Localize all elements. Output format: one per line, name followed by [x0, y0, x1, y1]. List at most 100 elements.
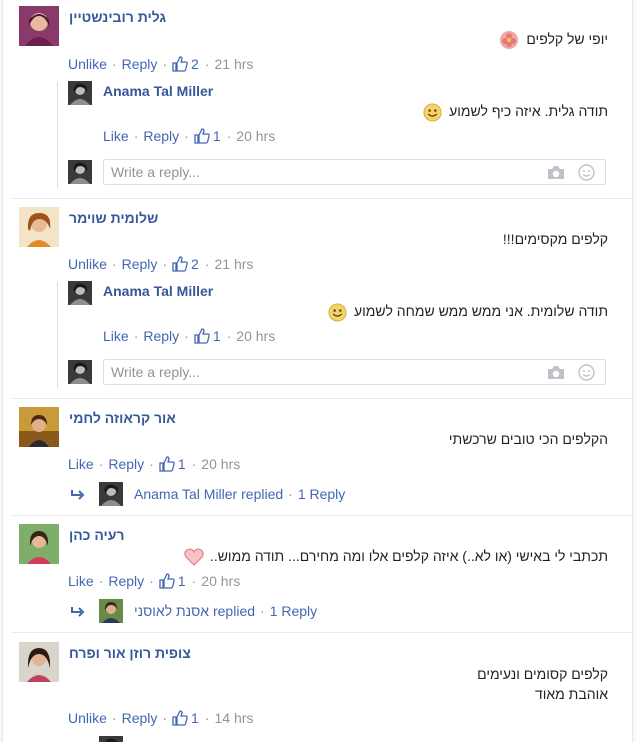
- comment-author[interactable]: רעיה כהן: [69, 527, 124, 543]
- emoji-picker-icon[interactable]: [578, 364, 595, 381]
- avatar[interactable]: [68, 81, 92, 105]
- like-count[interactable]: 1: [178, 573, 186, 589]
- like-count[interactable]: 1: [178, 456, 186, 472]
- camera-icon[interactable]: [547, 165, 565, 180]
- replier-name: Anama Tal Miller: [134, 486, 238, 502]
- comment-author[interactable]: גלית רובינשטיין: [69, 9, 166, 25]
- reply-arrow-icon: [71, 607, 85, 617]
- like-count[interactable]: 1: [213, 128, 221, 144]
- timestamp[interactable]: 20 hrs: [201, 456, 240, 472]
- avatar[interactable]: [19, 407, 59, 447]
- avatar[interactable]: [19, 642, 59, 682]
- comment-text: תכתבי לי באישי (או לא..) איזה קלפים אלו …: [184, 546, 608, 567]
- divider: [12, 632, 632, 633]
- avatar: [68, 360, 92, 384]
- timestamp[interactable]: 21 hrs: [215, 56, 254, 72]
- like-link[interactable]: Like: [103, 128, 129, 144]
- timestamp[interactable]: 21 hrs: [215, 256, 254, 272]
- flower-emoji-icon: [500, 31, 519, 50]
- thumbs-up-icon[interactable]: [172, 56, 188, 72]
- comment-actions: Unlike · Reply · 2 · 21 hrs: [68, 256, 254, 272]
- unlike-link[interactable]: Unlike: [68, 710, 107, 726]
- heart-emoji-icon: [184, 548, 204, 567]
- like-count[interactable]: 2: [191, 256, 199, 272]
- comment-author[interactable]: צופית רוזן אור ופרח: [69, 645, 191, 661]
- avatar: [99, 736, 123, 742]
- unlike-link[interactable]: Unlike: [68, 56, 107, 72]
- reply-link[interactable]: Reply: [122, 56, 158, 72]
- timestamp[interactable]: 20 hrs: [201, 573, 240, 589]
- replied-label: replied: [241, 486, 284, 502]
- thread-line: [57, 282, 58, 388]
- avatar: [99, 482, 123, 506]
- thumbs-up-icon[interactable]: [159, 456, 175, 472]
- timestamp[interactable]: 20 hrs: [236, 128, 275, 144]
- avatar[interactable]: [19, 524, 59, 564]
- like-link[interactable]: Like: [68, 573, 94, 589]
- reply-count: 1 Reply: [297, 486, 346, 502]
- like-link[interactable]: Like: [68, 456, 94, 472]
- comment-actions: Unlike · Reply · 2 · 21 hrs: [68, 56, 254, 72]
- thread-line: [57, 82, 58, 188]
- avatar[interactable]: [19, 207, 59, 247]
- reply-link[interactable]: Reply: [143, 328, 179, 344]
- like-link[interactable]: Like: [103, 328, 129, 344]
- reply-input[interactable]: Write a reply...: [103, 359, 606, 385]
- reply-text: תודה שלומית. אני ממש ממש שמחה לשמוע: [328, 301, 608, 322]
- comment-actions: Unlike · Reply · 1 · 14 hrs: [68, 710, 254, 726]
- comment-text-line-2: אוהבת מאוד: [534, 686, 608, 702]
- like-count[interactable]: 2: [191, 56, 199, 72]
- reply-input-placeholder: Write a reply...: [111, 164, 200, 180]
- comment-author[interactable]: אור קראוזה לחמי: [69, 410, 176, 426]
- replied-label: replied: [212, 603, 256, 619]
- replier-name: אסנת לאוסני: [134, 603, 210, 619]
- timestamp[interactable]: 20 hrs: [236, 328, 275, 344]
- reply-count: 1 Reply: [269, 603, 318, 619]
- comment-actions: Like · Reply · 1 · 20 hrs: [68, 573, 241, 589]
- emoji-picker-icon[interactable]: [578, 164, 595, 181]
- reply-link[interactable]: Reply: [143, 128, 179, 144]
- avatar[interactable]: [19, 6, 59, 46]
- reply-link[interactable]: Reply: [108, 456, 144, 472]
- divider: [12, 198, 632, 199]
- like-count[interactable]: 1: [191, 710, 199, 726]
- comment-text-line-1: קלפים קסומים ונעימים: [477, 666, 608, 682]
- thumbs-up-icon[interactable]: [159, 573, 175, 589]
- thumbs-up-icon[interactable]: [172, 256, 188, 272]
- reply-author[interactable]: Anama Tal Miller: [103, 283, 213, 299]
- reply-text-content: תודה גלית. איזה כיף לשמוע: [449, 103, 608, 119]
- comment-text: קלפים מקסימים!!!: [502, 231, 608, 247]
- reply-text: תודה גלית. איזה כיף לשמוע: [423, 101, 608, 122]
- comment-actions: Like · Reply · 1 · 20 hrs: [68, 456, 241, 472]
- view-replies-link[interactable]: Anama Tal Miller replied · 1 Reply: [71, 482, 345, 506]
- reply-input[interactable]: Write a reply...: [103, 159, 606, 185]
- thumbs-up-icon[interactable]: [194, 128, 210, 144]
- avatar[interactable]: [68, 281, 92, 305]
- camera-icon[interactable]: [547, 365, 565, 380]
- comment-author[interactable]: שלומית שוימר: [69, 210, 158, 226]
- smile-emoji-icon: [423, 103, 442, 122]
- view-replies-link[interactable]: אסנת לאוסני replied · 1 Reply: [71, 599, 317, 623]
- comment-text-content: תכתבי לי באישי (או לא..) איזה קלפים אלו …: [209, 548, 608, 564]
- thumbs-up-icon[interactable]: [172, 710, 188, 726]
- reply-text-content: תודה שלומית. אני ממש ממש שמחה לשמוע: [353, 303, 608, 319]
- divider: [12, 515, 632, 516]
- like-count[interactable]: 1: [213, 328, 221, 344]
- reply-link[interactable]: Reply: [108, 573, 144, 589]
- comment-text: הקלפים הכי טובים שרכשתי: [448, 431, 608, 447]
- reply-link[interactable]: Reply: [122, 710, 158, 726]
- reply-input-placeholder: Write a reply...: [111, 364, 200, 380]
- thumbs-up-icon[interactable]: [194, 328, 210, 344]
- comment-text: יופי של קלפים: [499, 29, 608, 50]
- reply-author[interactable]: Anama Tal Miller: [103, 83, 213, 99]
- reply-arrow-icon: [71, 490, 85, 500]
- reply-link[interactable]: Reply: [122, 256, 158, 272]
- timestamp[interactable]: 14 hrs: [215, 710, 254, 726]
- comments-panel: גלית רובינשטיין יופי של קלפים Unlike · R…: [2, 0, 633, 742]
- reply-actions: Like · Reply · 1 · 20 hrs: [103, 328, 276, 344]
- avatar: [99, 599, 123, 623]
- reply-actions: Like · Reply · 1 · 20 hrs: [103, 128, 276, 144]
- divider: [12, 398, 632, 399]
- unlike-link[interactable]: Unlike: [68, 256, 107, 272]
- comment-text-content: יופי של קלפים: [526, 31, 608, 47]
